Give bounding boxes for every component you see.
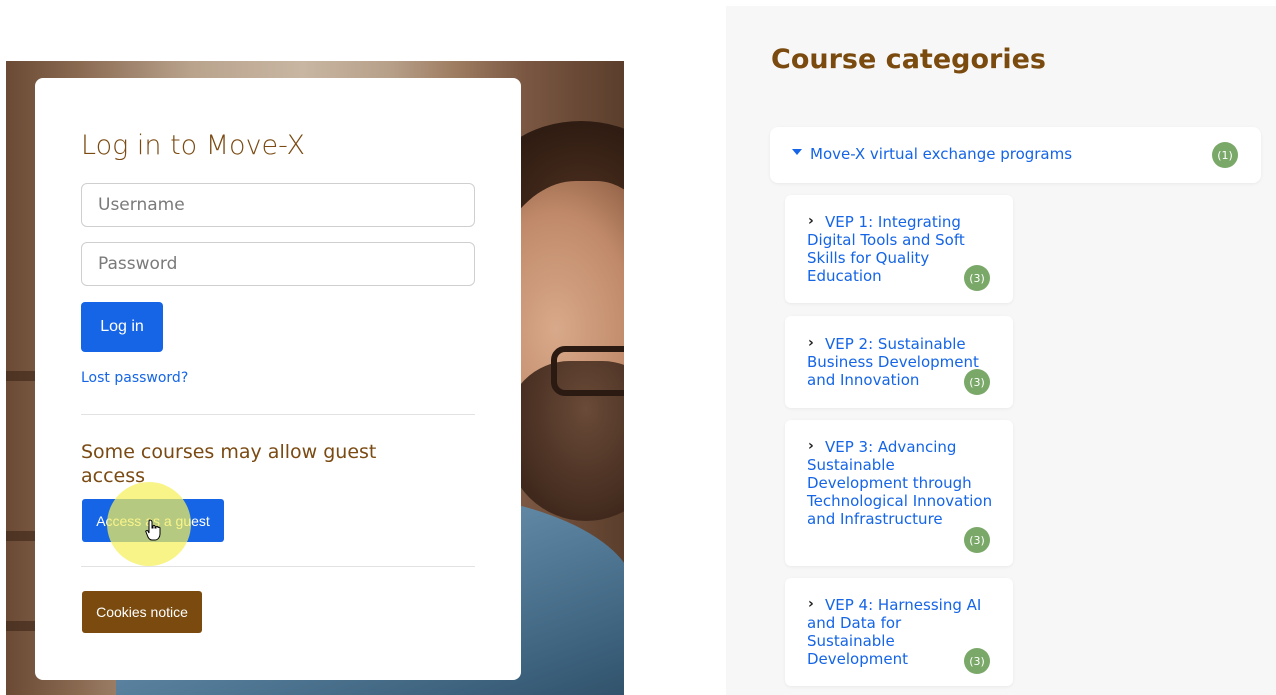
login-button[interactable]: Log in	[81, 302, 163, 352]
login-card: Log in to Move-X Log in Lost password? S…	[35, 78, 521, 680]
cookies-notice-button[interactable]: Cookies notice	[82, 591, 202, 633]
course-categories-panel: Course categories Move-X virtual exchang…	[726, 6, 1276, 695]
divider	[81, 566, 475, 567]
password-input[interactable]	[81, 242, 475, 286]
subcategory-card[interactable]: › VEP 4: Harnessing AI and Data for Sust…	[785, 578, 1013, 686]
guest-access-button[interactable]: Access as a guest	[82, 499, 224, 542]
divider	[81, 414, 475, 415]
course-count-badge: (3)	[964, 265, 990, 291]
course-count-badge: (3)	[964, 369, 990, 395]
page: Log in to Move-X Log in Lost password? S…	[0, 0, 1276, 695]
subcategory-card[interactable]: › VEP 3: Advancing Sustainable Developme…	[785, 420, 1013, 566]
subcategory-card[interactable]: › VEP 1: Integrating Digital Tools and S…	[785, 195, 1013, 303]
username-input[interactable]	[81, 183, 475, 227]
course-categories-title: Course categories	[771, 44, 1046, 75]
subcategory-label[interactable]: VEP 3: Advancing Sustainable Development…	[807, 438, 993, 528]
login-title: Log in to Move-X	[81, 130, 306, 161]
category-parent[interactable]: Move-X virtual exchange programs (1)	[770, 127, 1261, 183]
course-count-badge: (3)	[964, 527, 990, 553]
course-count-badge: (3)	[964, 648, 990, 674]
lost-password-link[interactable]: Lost password?	[81, 370, 188, 386]
course-count-badge: (1)	[1212, 142, 1238, 168]
category-parent-label[interactable]: Move-X virtual exchange programs	[810, 145, 1072, 163]
subcategory-card[interactable]: › VEP 2: Sustainable Business Developmen…	[785, 316, 1013, 408]
guest-access-text: Some courses may allow guest access	[81, 441, 377, 487]
caret-down-icon	[792, 149, 802, 155]
